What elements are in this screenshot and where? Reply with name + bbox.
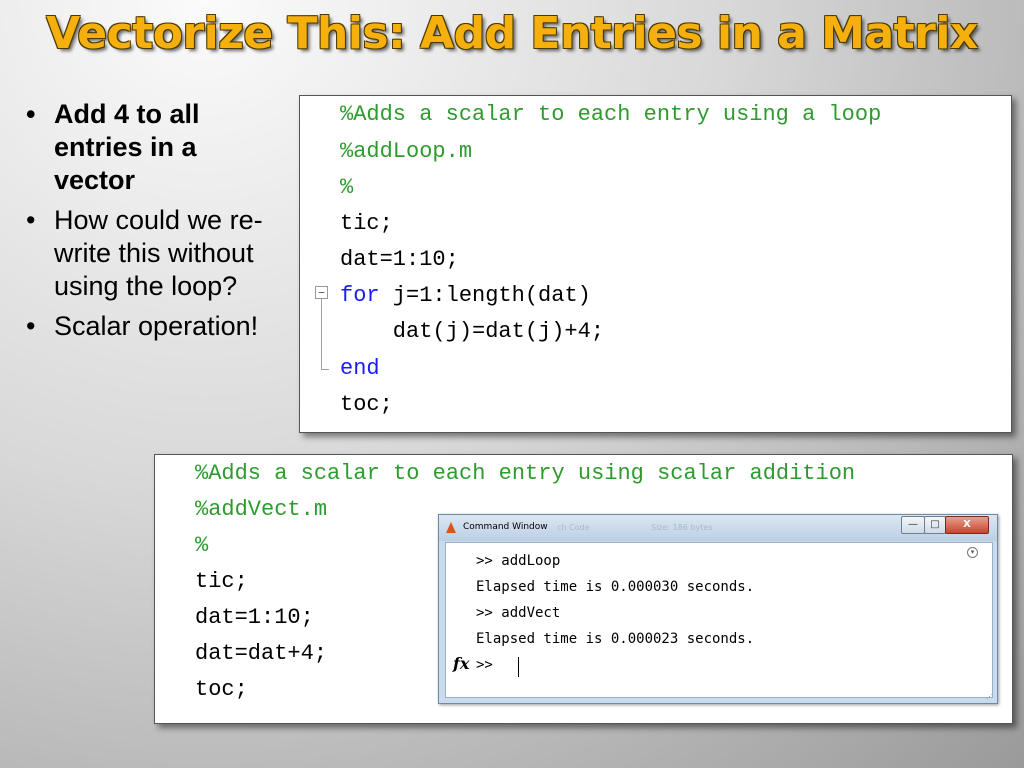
close-button[interactable]: X — [945, 516, 989, 534]
command-window-titlebar[interactable]: Command Window ch Code Size: 186 bytes —… — [439, 515, 997, 541]
bullet-list: • Add 4 to all entries in a vector • How c… — [22, 98, 282, 350]
output-line: >> addLoop — [476, 553, 561, 569]
code-line: dat=1:10; — [195, 605, 314, 630]
command-window[interactable]: Command Window ch Code Size: 186 bytes —… — [438, 514, 998, 704]
fx-icon[interactable]: fx — [453, 654, 469, 673]
code-line: %Adds a scalar to each entry using a loo… — [340, 102, 882, 127]
for-keyword: for — [340, 283, 380, 308]
resize-grip-icon[interactable]: ⋰ — [986, 693, 993, 701]
code-line: dat=1:10; — [340, 247, 459, 272]
bullet-text: Add 4 to all entries in a vector — [54, 99, 200, 195]
output-line: Elapsed time is 0.000030 seconds. — [476, 579, 755, 595]
code-line: tic; — [340, 211, 393, 236]
command-window-output[interactable]: >> addLoop Elapsed time is 0.000030 seco… — [445, 542, 993, 698]
code-line: %addLoop.m — [340, 139, 473, 164]
ghost-text: ch Code — [557, 523, 590, 532]
fold-guide — [321, 299, 322, 369]
code-line: % — [195, 533, 209, 558]
bullet-text: How could we re-write this without using… — [54, 205, 263, 301]
command-prompt[interactable]: >> — [476, 652, 493, 678]
code-line: dat(j)=dat(j)+4; — [340, 319, 605, 344]
bullet-dot: • — [26, 99, 36, 129]
code-line: end — [340, 356, 380, 381]
bullet-dot: • — [26, 205, 36, 235]
bullet-item: • How could we re-write this without usin… — [22, 204, 282, 303]
output-line: >> addVect — [476, 605, 561, 621]
fold-minus-icon[interactable]: − — [315, 286, 328, 299]
bullet-item: • Scalar operation! — [22, 310, 282, 343]
fold-guide-end — [321, 369, 329, 370]
bullet-text: Scalar operation! — [54, 311, 259, 341]
text-cursor — [518, 657, 519, 677]
output-line: Elapsed time is 0.000023 seconds. — [476, 631, 755, 647]
maximize-button[interactable]: □ — [924, 516, 946, 534]
code-line-for: for j=1:length(dat) — [340, 278, 591, 314]
code-line: tic; — [195, 569, 248, 594]
code-line: %Adds a scalar to each entry using scala… — [195, 461, 856, 486]
code-line: toc; — [340, 392, 393, 417]
code-line: dat=dat+4; — [195, 641, 328, 666]
slide-title: Vectorize This: Add Entries in a Matrix — [46, 8, 978, 59]
options-chevron-icon[interactable]: ▾ — [967, 547, 978, 558]
minimize-button[interactable]: — — [901, 516, 925, 534]
ghost-text: Size: 186 bytes — [651, 523, 713, 532]
for-rest: j=1:length(dat) — [379, 283, 591, 308]
bullet-dot: • — [26, 311, 36, 341]
command-window-title: Command Window — [463, 522, 548, 532]
code-line: %addVect.m — [195, 497, 328, 522]
loop-code-editor: %Adds a scalar to each entry using a loo… — [299, 95, 1012, 433]
code-line: toc; — [195, 677, 248, 702]
bullet-item: • Add 4 to all entries in a vector — [22, 98, 282, 197]
matlab-logo-icon — [446, 522, 456, 533]
code-line: % — [340, 175, 354, 200]
